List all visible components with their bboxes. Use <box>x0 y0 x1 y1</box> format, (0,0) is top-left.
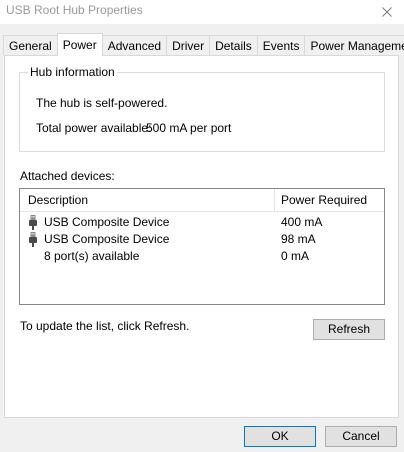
close-icon <box>382 7 392 17</box>
list-header: Description Power Required <box>20 189 384 212</box>
usb-plug-icon <box>29 232 37 247</box>
list-item[interactable]: USB Composite Device 400 mA <box>20 214 384 231</box>
cancel-button[interactable]: Cancel <box>325 426 397 447</box>
tab-general[interactable]: General <box>3 35 58 55</box>
hub-information-label: Hub information <box>28 65 117 79</box>
ports-available-description: 8 port(s) available <box>44 249 140 263</box>
total-power-label: Total power available: <box>36 121 152 135</box>
device-power: 98 mA <box>281 232 316 246</box>
total-power-value: 500 mA per port <box>146 121 232 135</box>
list-item[interactable]: 8 port(s) available 0 mA <box>20 248 384 265</box>
refresh-button[interactable]: Refresh <box>313 319 385 340</box>
attached-devices-label: Attached devices: <box>20 169 115 183</box>
self-powered-text: The hub is self-powered. <box>36 96 168 110</box>
column-separator[interactable] <box>274 189 275 211</box>
close-button[interactable] <box>370 0 404 24</box>
refresh-hint-text: To update the list, click Refresh. <box>20 319 190 333</box>
tab-driver[interactable]: Driver <box>166 35 211 55</box>
title-bar[interactable]: USB Root Hub Properties <box>0 0 404 24</box>
properties-window: USB Root Hub Properties General Power Ad… <box>0 0 404 452</box>
ports-available-power: 0 mA <box>281 249 310 263</box>
attached-devices-list[interactable]: Description Power Required USB Composite… <box>19 188 385 305</box>
list-item[interactable]: USB Composite Device 98 mA <box>20 231 384 248</box>
tab-power-management[interactable]: Power Management <box>304 35 404 55</box>
tab-strip: General Power Advanced Driver Details Ev… <box>3 33 404 56</box>
tab-events[interactable]: Events <box>256 35 306 55</box>
tab-details[interactable]: Details <box>209 35 258 55</box>
window-title: USB Root Hub Properties <box>6 3 143 17</box>
usb-plug-icon <box>29 215 37 230</box>
ok-button[interactable]: OK <box>244 426 316 447</box>
tab-advanced[interactable]: Advanced <box>101 35 168 55</box>
power-tab-page: Hub information The hub is self-powered.… <box>4 55 399 418</box>
device-description: USB Composite Device <box>44 232 170 246</box>
device-power: 400 mA <box>281 215 323 229</box>
column-power-required[interactable]: Power Required <box>281 189 367 211</box>
hub-information-group: Hub information The hub is self-powered.… <box>19 65 385 152</box>
tab-power[interactable]: Power <box>56 33 103 56</box>
column-description[interactable]: Description <box>28 189 88 211</box>
device-description: USB Composite Device <box>44 215 170 229</box>
